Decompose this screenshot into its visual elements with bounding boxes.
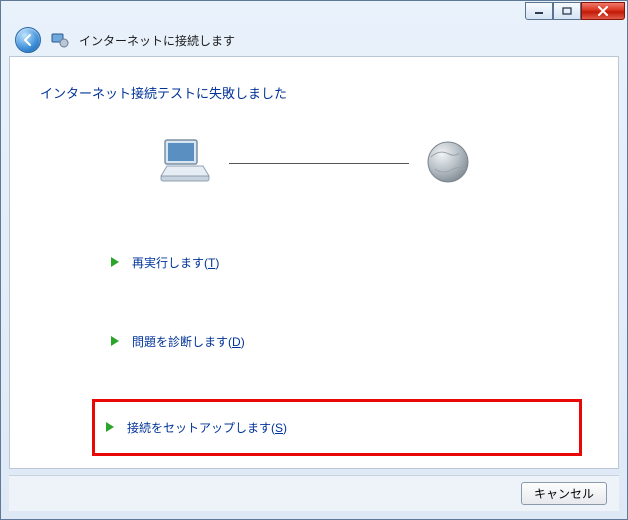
option-setup-label: 接続をセットアップします(S) (127, 419, 287, 436)
option-retry-label: 再実行します(T) (132, 254, 219, 271)
globe-icon (425, 139, 471, 188)
back-button[interactable] (15, 27, 41, 53)
arrow-right-icon (108, 255, 122, 269)
window-titlebar (1, 1, 627, 25)
network-wizard-icon (51, 31, 69, 49)
close-icon (597, 6, 609, 16)
option-diagnose-wrap: 問題を診断します(D) (100, 320, 588, 363)
page-heading: インターネット接続テストに失敗しました (40, 83, 588, 102)
wizard-header: インターネットに接続します (1, 25, 627, 56)
wizard-title: インターネットに接続します (79, 32, 235, 49)
back-arrow-icon (21, 33, 35, 47)
button-bar: キャンセル (9, 475, 619, 511)
window-controls (525, 2, 625, 20)
option-setup[interactable]: 接続をセットアップします(S) (103, 416, 571, 439)
option-retry-wrap: 再実行します(T) (100, 241, 588, 284)
connection-line (229, 163, 409, 164)
options-list: 再実行します(T) 問題を診断します(D) (100, 241, 588, 456)
wizard-panel: インターネット接続テストに失敗しました (9, 56, 619, 469)
computer-icon (157, 136, 213, 191)
wizard-window: インターネットに接続します インターネット接続テストに失敗しました (0, 0, 628, 520)
maximize-button[interactable] (553, 2, 581, 20)
cancel-button[interactable]: キャンセル (521, 482, 607, 505)
option-retry[interactable]: 再実行します(T) (108, 251, 580, 274)
connection-illustration (40, 136, 588, 191)
minimize-icon (534, 7, 544, 15)
option-setup-highlight: 接続をセットアップします(S) (92, 399, 582, 456)
option-diagnose[interactable]: 問題を診断します(D) (108, 330, 580, 353)
maximize-icon (562, 7, 572, 15)
arrow-right-icon (108, 334, 122, 348)
close-button[interactable] (581, 2, 625, 20)
option-diagnose-label: 問題を診断します(D) (132, 333, 245, 350)
minimize-button[interactable] (525, 2, 553, 20)
arrow-right-icon (103, 420, 117, 434)
